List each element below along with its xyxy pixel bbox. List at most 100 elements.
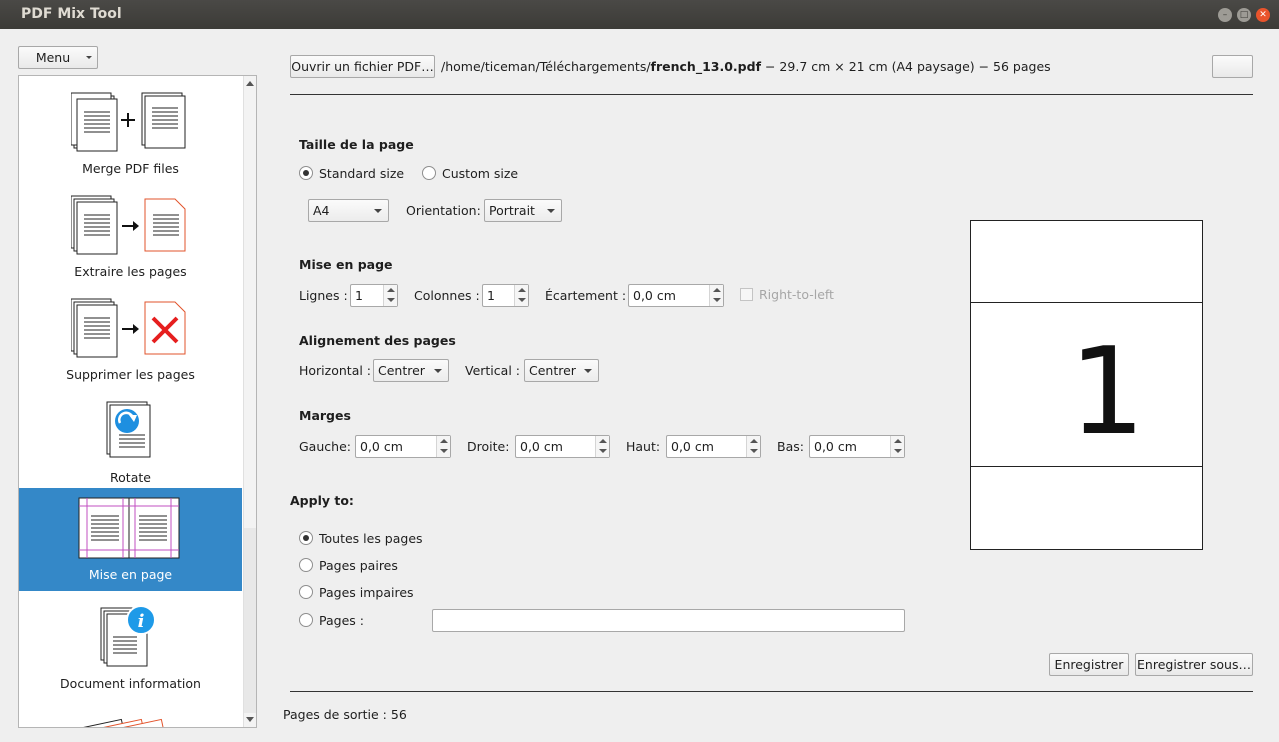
columns-spinbox[interactable]: 1 [482,284,529,307]
chevron-down-icon [86,56,92,59]
decrement-icon[interactable] [713,298,721,302]
blank-button[interactable] [1212,55,1253,78]
custom-pages-radio[interactable] [299,613,313,627]
columns-value: 1 [487,288,495,303]
rows-spinbox[interactable]: 1 [350,284,398,307]
odd-pages-label[interactable]: Pages impaires [319,585,414,600]
right-to-left-label: Right-to-left [759,287,834,302]
sidebar-item-document-info[interactable]: i Document information [19,597,242,700]
save-button[interactable]: Enregistrer [1049,653,1129,676]
increment-icon[interactable] [518,288,526,292]
output-pages-status: Pages de sortie : 56 [283,707,407,722]
file-info: /home/ticeman/Téléchargements/french_13.… [441,59,1051,74]
decrement-icon[interactable] [518,298,526,302]
sidebar-item-label: Supprimer les pages [66,367,195,382]
margins-heading: Marges [299,408,351,423]
orientation-label: Orientation: [406,203,481,218]
sidebar-scrollbar[interactable] [243,76,256,727]
increment-icon[interactable] [750,439,758,443]
preview-margin-top [971,302,1202,303]
tool-list[interactable]: Merge PDF files Extraire les pages Suppr… [18,75,257,728]
margin-bottom-label: Bas: [777,439,804,454]
rows-label: Lignes : [299,288,348,303]
scrollbar-thumb[interactable] [246,92,255,528]
vertical-align-select[interactable]: Centrer [524,359,599,382]
standard-size-label[interactable]: Standard size [319,166,404,181]
maximize-button[interactable]: □ [1237,8,1251,22]
custom-pages-label[interactable]: Pages : [319,613,364,628]
chevron-down-icon [547,209,555,213]
divider-top [290,94,1253,95]
close-button[interactable]: ✕ [1256,8,1270,22]
info-icon: i [100,605,156,667]
even-pages-radio[interactable] [299,558,313,572]
decrement-icon[interactable] [440,449,448,453]
sidebar-item-merge[interactable]: Merge PDF files [19,82,242,185]
sidebar-item-next[interactable] [19,700,242,727]
odd-pages-radio[interactable] [299,585,313,599]
title-bar: PDF Mix Tool – □ ✕ [0,0,1279,29]
file-path: /home/ticeman/Téléchargements/ [441,59,651,74]
increment-icon[interactable] [713,288,721,292]
all-pages-label[interactable]: Toutes les pages [319,531,423,546]
increment-icon[interactable] [387,288,395,292]
decrement-icon[interactable] [750,449,758,453]
save-as-button[interactable]: Enregistrer sous… [1135,653,1253,676]
right-to-left-checkbox[interactable] [740,288,753,301]
menu-button[interactable]: Menu [18,46,98,69]
sidebar-item-label: Mise en page [88,567,173,582]
svg-text:i: i [138,611,145,632]
chevron-down-icon [374,209,382,213]
merge-icon [71,92,186,152]
window-title: PDF Mix Tool [21,6,122,22]
horizontal-align-select[interactable]: Centrer [373,359,449,382]
chevron-down-icon [584,369,592,373]
delete-pages-icon [71,298,186,358]
margin-left-value: 0,0 cm [360,439,403,454]
apply-to-heading: Apply to: [290,493,354,508]
increment-icon[interactable] [599,439,607,443]
file-name: french_13.0.pdf [650,59,762,74]
rotate-icon [106,401,151,458]
columns-label: Colonnes : [414,288,480,303]
scroll-up-icon[interactable] [246,81,254,86]
margin-bottom-spinbox[interactable]: 0,0 cm [809,435,905,458]
decrement-icon[interactable] [599,449,607,453]
page-layout-icon [78,497,180,559]
spacing-spinbox[interactable]: 0,0 cm [628,284,724,307]
page-size-heading: Taille de la page [299,137,414,152]
margin-bottom-value: 0,0 cm [814,439,857,454]
sidebar-item-page-layout[interactable]: Mise en page [19,488,242,591]
page-size-value: A4 [313,203,330,218]
margin-top-value: 0,0 cm [671,439,714,454]
sidebar-item-delete[interactable]: Supprimer les pages [19,288,242,391]
preview-page-number: 1 [1069,323,1146,462]
all-pages-radio[interactable] [299,531,313,545]
open-pdf-button[interactable]: Ouvrir un fichier PDF… [290,55,435,78]
increment-icon[interactable] [440,439,448,443]
margin-left-spinbox[interactable]: 0,0 cm [355,435,451,458]
sidebar-item-rotate[interactable]: Rotate [19,391,242,494]
margin-right-spinbox[interactable]: 0,0 cm [515,435,610,458]
standard-size-radio[interactable] [299,166,313,180]
margin-right-label: Droite: [467,439,510,454]
sidebar-item-extract[interactable]: Extraire les pages [19,185,242,288]
margin-top-label: Haut: [626,439,661,454]
multi-pages-icon [81,718,171,727]
custom-size-label[interactable]: Custom size [442,166,518,181]
sidebar-item-label: Rotate [110,470,151,485]
custom-size-radio[interactable] [422,166,436,180]
scrollbar-track[interactable] [244,528,256,713]
orientation-select[interactable]: Portrait [484,199,562,222]
margin-top-spinbox[interactable]: 0,0 cm [666,435,761,458]
increment-icon[interactable] [894,439,902,443]
sidebar-item-label: Merge PDF files [82,161,179,176]
page-size-select[interactable]: A4 [308,199,389,222]
scroll-down-icon[interactable] [246,717,254,722]
pages-input[interactable] [432,609,905,632]
decrement-icon[interactable] [387,298,395,302]
decrement-icon[interactable] [894,449,902,453]
minimize-button[interactable]: – [1218,8,1232,22]
chevron-down-icon [434,369,442,373]
even-pages-label[interactable]: Pages paires [319,558,398,573]
